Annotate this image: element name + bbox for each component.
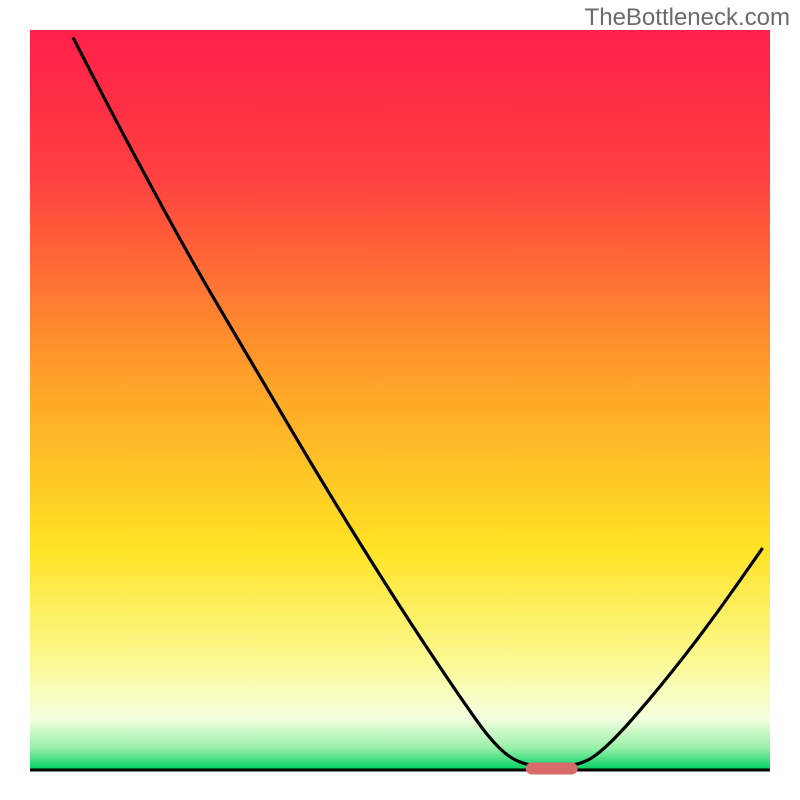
plot-background <box>30 30 770 770</box>
bottleneck-chart <box>0 0 800 800</box>
watermark-label: TheBottleneck.com <box>585 4 790 32</box>
optimal-marker <box>526 763 578 775</box>
chart-container: TheBottleneck.com <box>0 0 800 800</box>
